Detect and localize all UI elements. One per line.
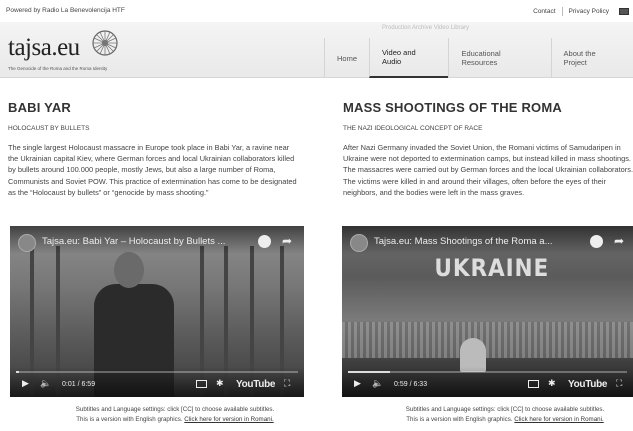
note-line: This is a version with English graphics.… — [40, 415, 310, 425]
article-body: After Nazi Germany invaded the Soviet Un… — [343, 143, 633, 197]
top-bar: Powered by Radio La Benevolencija HTF Co… — [0, 0, 633, 22]
article-subtitle: HOLOCAUST BY BULLETS — [8, 125, 90, 132]
article-title: BABI YAR — [8, 100, 72, 115]
site-logo[interactable]: tajsa.eu — [8, 34, 80, 62]
video-controls: ▶ 🔈 0:59 / 6:33 ✱ YouTube ⛶ — [342, 367, 633, 397]
youtube-logo[interactable]: YouTube — [568, 379, 608, 390]
flag-icon[interactable] — [619, 8, 629, 15]
nav-about-the-project[interactable]: About the Project — [550, 38, 633, 78]
note-line: Subtitles and Language settings: click [… — [405, 406, 605, 413]
note-line: Subtitles and Language settings: click [… — [75, 406, 275, 413]
subtitle-note: Subtitles and Language settings: click [… — [370, 405, 633, 425]
powered-by-text: Powered by Radio La Benevolencija HTF — [6, 7, 125, 14]
video-overlay-text: UKRAINE — [434, 254, 550, 282]
progress-bar[interactable] — [348, 371, 627, 373]
video-title-bar: Tajsa.eu: Mass Shootings of the Roma a..… — [342, 226, 633, 254]
fullscreen-icon[interactable]: ⛶ — [616, 378, 622, 389]
note-text: This is a version with English graphics. — [406, 416, 513, 423]
video-title-bar: Tajsa.eu: Babi Yar – Holocaust by Bullet… — [10, 226, 304, 254]
channel-avatar[interactable] — [350, 234, 368, 252]
nav-home[interactable]: Home — [324, 38, 369, 78]
article-babi-yar: BABI YAR HOLOCAUST BY BULLETS The single… — [8, 100, 300, 198]
share-icon[interactable]: ➦ — [614, 234, 624, 248]
nav-video-and-audio[interactable]: Video and Audio — [369, 38, 449, 78]
cc-icon[interactable] — [528, 380, 539, 388]
radhe-wheel-icon — [92, 30, 118, 56]
fullscreen-icon[interactable]: ⛶ — [284, 378, 290, 389]
subtitle-note: Subtitles and Language settings: click [… — [40, 405, 310, 425]
play-icon[interactable]: ▶ — [22, 378, 29, 389]
cc-icon[interactable] — [196, 380, 207, 388]
youtube-logo[interactable]: YouTube — [236, 379, 276, 390]
progress-bar[interactable] — [16, 371, 298, 373]
settings-icon[interactable]: ✱ — [548, 378, 556, 389]
note-line: This is a version with English graphics.… — [370, 415, 633, 425]
watch-later-icon[interactable] — [258, 235, 271, 248]
video-player-mass-shootings[interactable]: UKRAINE Tajsa.eu: Mass Shootings of the … — [342, 226, 633, 397]
video-player-babi-yar[interactable]: Tajsa.eu: Babi Yar – Holocaust by Bullet… — [10, 226, 304, 397]
privacy-policy-link[interactable]: Privacy Policy — [563, 8, 615, 15]
article-mass-shootings: MASS SHOOTINGS OF THE ROMA THE NAZI IDEO… — [343, 100, 633, 198]
play-icon[interactable]: ▶ — [354, 378, 361, 389]
site-tagline: The Genocide of the Roma and the Roma Id… — [8, 66, 108, 71]
video-controls: ▶ 🔈 0:01 / 6:59 ✱ YouTube ⛶ — [10, 367, 304, 397]
site-header: tajsa.eu The Genocide of the Roma and th… — [0, 22, 633, 78]
article-title: MASS SHOOTINGS OF THE ROMA — [343, 100, 562, 115]
channel-avatar[interactable] — [18, 234, 36, 252]
video-time: 0:01 / 6:59 — [62, 381, 96, 388]
main-nav: Home Video and Audio Educational Resourc… — [324, 38, 633, 78]
nav-educational-resources[interactable]: Educational Resources — [448, 38, 550, 78]
video-title[interactable]: Tajsa.eu: Mass Shootings of the Roma a..… — [374, 236, 552, 247]
contact-link[interactable]: Contact — [527, 8, 561, 15]
watch-later-icon[interactable] — [590, 235, 603, 248]
article-body: The single largest Holocaust massacre in… — [8, 143, 297, 197]
volume-icon[interactable]: 🔈 — [372, 378, 383, 389]
note-text: This is a version with English graphics. — [76, 416, 183, 423]
top-links: Contact Privacy Policy — [527, 7, 629, 16]
article-subtitle: THE NAZI IDEOLOGICAL CONCEPT OF RACE — [343, 125, 483, 132]
volume-icon[interactable]: 🔈 — [40, 378, 51, 389]
share-icon[interactable]: ➦ — [282, 234, 292, 248]
video-title[interactable]: Tajsa.eu: Babi Yar – Holocaust by Bullet… — [42, 236, 225, 247]
nav-submenu-ghost: Production Archive Video Library — [382, 25, 469, 31]
settings-icon[interactable]: ✱ — [216, 378, 224, 389]
video-time: 0:59 / 6:33 — [394, 381, 428, 388]
romani-version-link[interactable]: Click here for version in Romani. — [184, 416, 273, 423]
romani-version-link[interactable]: Click here for version in Romani. — [514, 416, 603, 423]
